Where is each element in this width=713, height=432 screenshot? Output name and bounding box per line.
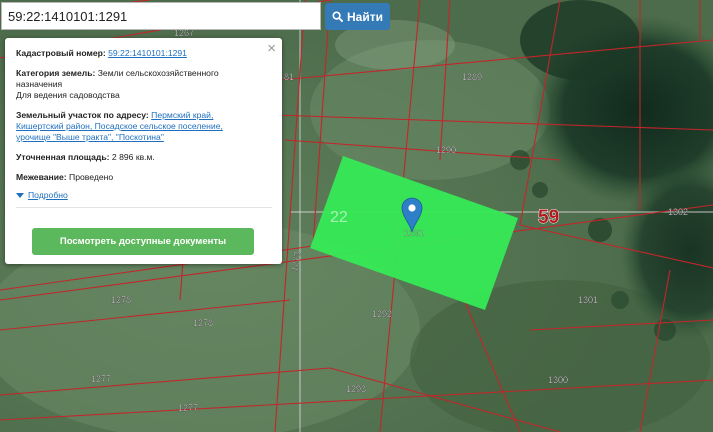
search-button[interactable]: Найти: [325, 3, 390, 30]
caret-down-icon: [16, 192, 24, 198]
address-label: Земельный участок по адресу:: [16, 110, 149, 120]
divider: [16, 207, 272, 208]
tree-cluster: [532, 182, 548, 198]
search-input[interactable]: [1, 2, 321, 30]
parcel-label-1302: 1302: [668, 207, 688, 217]
parcel-label-1293: 1293: [346, 384, 366, 394]
survey-label: Межевание:: [16, 172, 67, 182]
land-category-row: Категория земель: Земли сельскохозяйстве…: [16, 68, 272, 101]
parcel-label-81: 81: [284, 72, 294, 82]
address-link-region[interactable]: Пермский край,: [151, 110, 213, 120]
area-label: Уточненная площадь:: [16, 152, 110, 162]
magnifier-icon: [332, 11, 343, 22]
close-icon[interactable]: ×: [267, 40, 276, 58]
parcel-label-1301: 1301: [578, 295, 598, 305]
area-row: Уточненная площадь: 2 896 кв.м.: [16, 152, 272, 163]
tree-cluster: [611, 291, 629, 309]
parcel-label-1278: 1278: [193, 318, 213, 328]
parcel-label-1278: 1278: [111, 295, 131, 305]
permitted-use: Для ведения садоводства: [16, 90, 120, 100]
cadastral-number-link[interactable]: 59:22:1410101:1291: [108, 48, 187, 58]
details-toggle[interactable]: Подробно: [16, 190, 272, 200]
land-category-value: Земли сельскохозяйственного: [97, 68, 219, 78]
forest-area: [520, 0, 640, 80]
tree-cluster: [510, 150, 530, 170]
address-link-district[interactable]: Кишертский район, Посадское сельское пос…: [16, 121, 223, 131]
parcel-label-1277: 1277: [91, 374, 111, 384]
survey-row: Межевание: Проведено: [16, 172, 272, 183]
survey-value: Проведено: [69, 172, 114, 182]
parcel-label-1289: 1289: [462, 72, 482, 82]
parcel-label-1300: 1300: [548, 375, 568, 385]
land-category-label: Категория земель:: [16, 68, 96, 78]
address-row: Земельный участок по адресу: Пермский кр…: [16, 110, 272, 143]
search-bar: Найти: [1, 2, 391, 30]
area-value: 2 896 кв.м.: [111, 152, 155, 162]
selected-parcel-label: 1291: [404, 228, 424, 238]
quarter-label: 22: [330, 209, 348, 226]
cadastral-number-label: Кадастровый номер:: [16, 48, 106, 58]
view-documents-button[interactable]: Посмотреть доступные документы: [32, 228, 254, 255]
parcel-label-1290: 1290: [436, 145, 456, 155]
search-button-label: Найти: [347, 9, 383, 24]
details-link[interactable]: Подробно: [28, 190, 68, 200]
parcel-label-1277: 1277: [178, 403, 198, 413]
address-link-locality[interactable]: урочище "Выше тракта", "Поскотина": [16, 132, 164, 142]
parcel-info-popup: × Кадастровый номер: 59:22:1410101:1291 …: [5, 38, 282, 264]
parcel-label-1292: 1292: [372, 309, 392, 319]
region-label: 59: [538, 207, 559, 228]
cadastral-number-row: Кадастровый номер: 59:22:1410101:1291: [16, 48, 272, 59]
land-category-value-cont: назначения: [16, 79, 63, 89]
